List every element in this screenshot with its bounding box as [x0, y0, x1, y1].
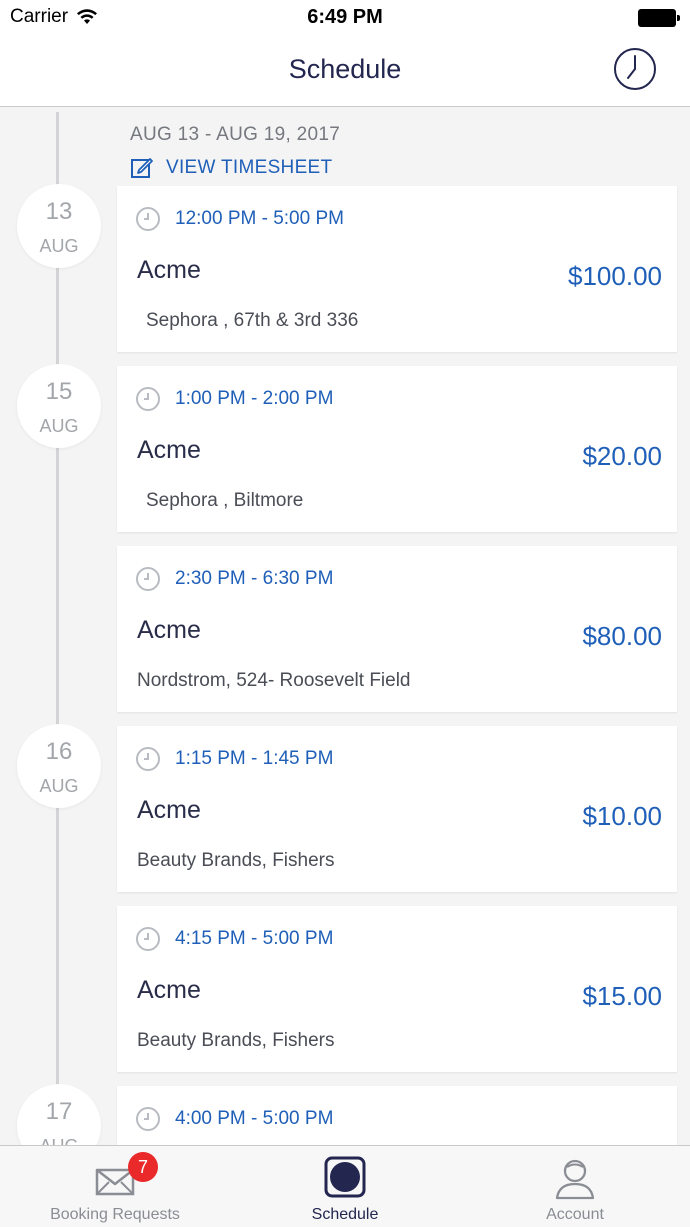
tab-bar: 7 Booking Requests Schedule Account [0, 1145, 690, 1227]
shift-time-row: 1:00 PM - 2:00 PM [135, 386, 333, 412]
status-bar: Carrier 6:49 PM [0, 0, 690, 36]
shift-time-row: 2:30 PM - 6:30 PM [135, 566, 333, 592]
date-day: 15 [45, 378, 73, 405]
clock-icon [136, 927, 160, 951]
shift-card[interactable]: 2:30 PM - 6:30 PM Acme $80.00 Nordstrom,… [117, 546, 677, 712]
tab-label: Account [546, 1206, 604, 1223]
shift-location: Nordstrom, 524- Roosevelt Field [137, 670, 411, 691]
tab-label: Booking Requests [50, 1206, 180, 1223]
shift-amount: $10.00 [582, 801, 662, 831]
view-timesheet-link[interactable]: VIEW TIMESHEET [130, 156, 332, 180]
date-day: 16 [45, 738, 73, 765]
shift-card[interactable]: 4:00 PM - 5:00 PM [117, 1086, 677, 1145]
status-time: 6:49 PM [307, 6, 383, 28]
shift-card[interactable]: 1:00 PM - 2:00 PM Acme $20.00 Sephora , … [117, 366, 677, 532]
shift-time: 4:15 PM - 5:00 PM [175, 928, 334, 949]
shift-location: Beauty Brands, Fishers [137, 850, 335, 871]
shift-time-row: 4:15 PM - 5:00 PM [135, 926, 333, 952]
date-month: AUG [39, 236, 79, 256]
date-bubble: 16 AUG [17, 724, 101, 808]
date-bubble: 13 AUG [17, 184, 101, 268]
user-icon [555, 1159, 595, 1200]
shift-amount: $20.00 [582, 441, 662, 471]
shift-client: Acme [137, 256, 201, 284]
shift-time: 4:00 PM - 5:00 PM [175, 1108, 334, 1129]
clock-icon [136, 1107, 160, 1131]
shift-amount: $15.00 [582, 981, 662, 1011]
schedule-list[interactable]: AUG 13 - AUG 19, 2017 VIEW TIMESHEET 13 … [0, 108, 690, 1145]
clock-icon [136, 567, 160, 591]
shift-card[interactable]: 4:15 PM - 5:00 PM Acme $15.00 Beauty Bra… [117, 906, 677, 1072]
date-day: 17 [45, 1098, 73, 1125]
edit-icon [131, 158, 153, 178]
shift-location: Sephora , 67th & 3rd 336 [146, 310, 359, 331]
clock-icon [136, 207, 160, 231]
shift-time-row: 12:00 PM - 5:00 PM [135, 206, 344, 232]
shift-card[interactable]: 12:00 PM - 5:00 PM Acme $100.00 Sephora … [117, 186, 677, 352]
shift-time: 1:15 PM - 1:45 PM [175, 748, 334, 769]
date-month: AUG [39, 416, 79, 436]
navigation-bar: Schedule [0, 36, 690, 107]
schedule-icon [324, 1156, 366, 1198]
shift-location: Sephora , Biltmore [146, 490, 304, 511]
clock-icon[interactable] [613, 47, 657, 91]
shift-time: 2:30 PM - 6:30 PM [175, 568, 334, 589]
shift-location: Beauty Brands, Fishers [137, 1030, 335, 1051]
shift-amount: $80.00 [582, 621, 662, 651]
shift-client: Acme [137, 436, 201, 464]
date-month: AUG [17, 1136, 101, 1145]
notification-badge: 7 [128, 1152, 158, 1182]
date-day: 13 [45, 198, 73, 225]
battery-icon [638, 9, 680, 27]
week-range: AUG 13 - AUG 19, 2017 [130, 124, 341, 145]
clock-icon [136, 387, 160, 411]
tab-booking-requests[interactable]: 7 Booking Requests [0, 1146, 230, 1227]
shift-time-row: 4:00 PM - 5:00 PM [135, 1106, 333, 1132]
date-month: AUG [39, 776, 79, 796]
date-bubble: 17 AUG [17, 1084, 101, 1145]
tab-label: Schedule [311, 1206, 379, 1223]
date-bubble: 15 AUG [17, 364, 101, 448]
shift-time: 12:00 PM - 5:00 PM [175, 208, 344, 229]
tab-account[interactable]: Account [460, 1146, 690, 1227]
shift-card[interactable]: 1:15 PM - 1:45 PM Acme $10.00 Beauty Bra… [117, 726, 677, 892]
page-title: Schedule [288, 54, 402, 84]
tab-schedule[interactable]: Schedule [230, 1146, 460, 1227]
clock-icon [136, 747, 160, 771]
shift-time: 1:00 PM - 2:00 PM [175, 388, 334, 409]
shift-time-row: 1:15 PM - 1:45 PM [135, 746, 333, 772]
view-timesheet-label: VIEW TIMESHEET [166, 157, 333, 178]
shift-client: Acme [137, 796, 201, 824]
shift-client: Acme [137, 976, 201, 1004]
shift-client: Acme [137, 616, 201, 644]
shift-amount: $100.00 [568, 261, 662, 291]
